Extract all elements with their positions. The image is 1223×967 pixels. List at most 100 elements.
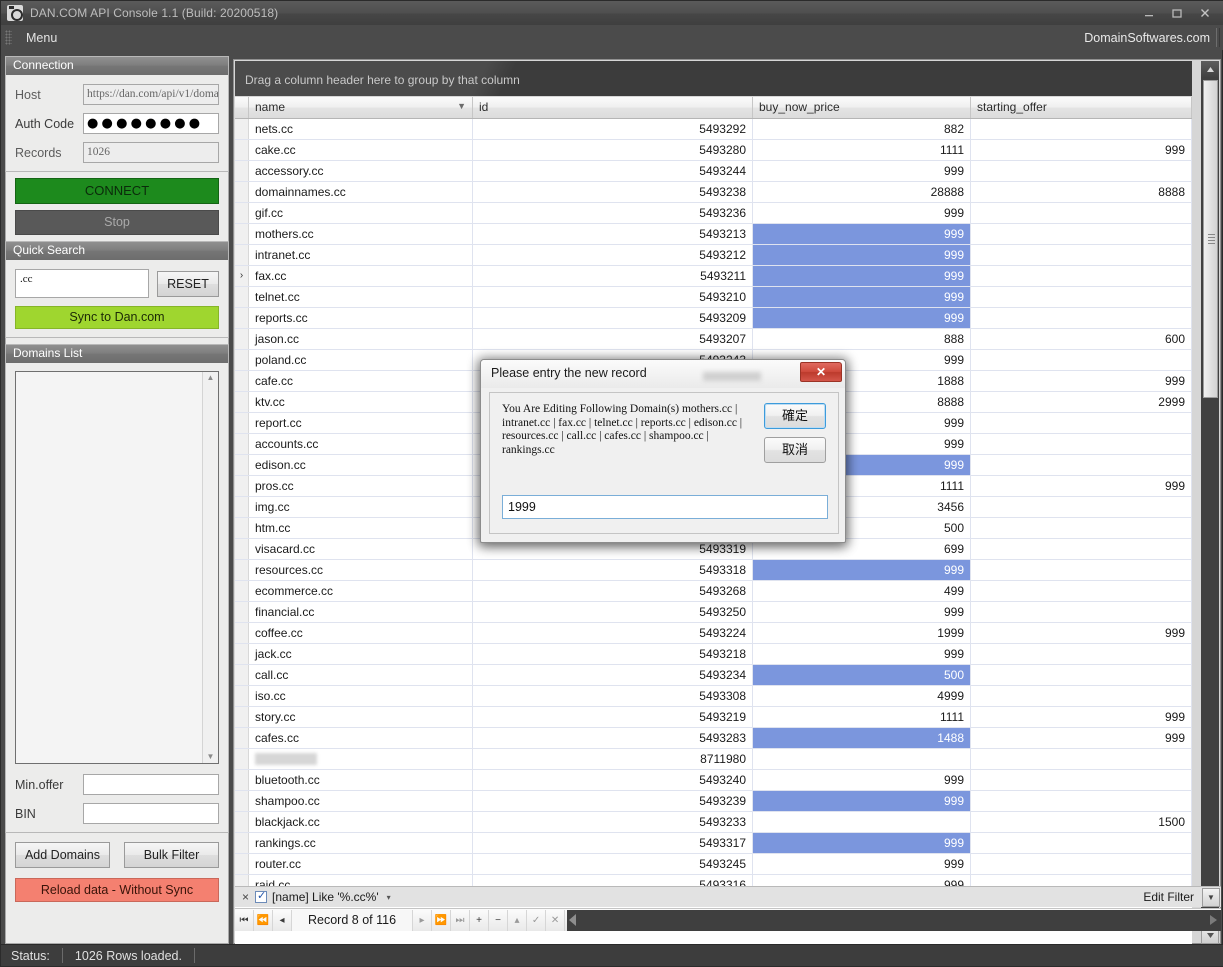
cell-name[interactable]: domainnames.cc <box>249 182 473 202</box>
cell-id[interactable]: 5493245 <box>473 854 753 874</box>
filter-dropdown-icon[interactable]: ▼ <box>1202 887 1220 907</box>
cell-buy-now-price[interactable]: 1111 <box>753 707 971 727</box>
cell-buy-now-price[interactable]: 4999 <box>753 686 971 706</box>
cell-name[interactable]: cafes.cc <box>249 728 473 748</box>
cell-id[interactable]: 5493209 <box>473 308 753 328</box>
cell-id[interactable]: 5493210 <box>473 287 753 307</box>
domains-listbox-scrollbar[interactable]: ▲ ▼ <box>202 372 218 763</box>
cell-starting-offer[interactable] <box>971 770 1192 790</box>
cell-name[interactable]: ecommerce.cc <box>249 581 473 601</box>
cell-name[interactable]: htm.cc <box>249 518 473 538</box>
cell-buy-now-price[interactable]: 999 <box>753 308 971 328</box>
cell-buy-now-price[interactable]: 28888 <box>753 182 971 202</box>
table-row[interactable]: iso.cc 5493308 4999 <box>235 686 1192 707</box>
cell-id[interactable]: 5493207 <box>473 329 753 349</box>
cell-id[interactable]: 8711980 <box>473 749 753 769</box>
cell-id[interactable]: 5493250 <box>473 602 753 622</box>
cell-id[interactable]: 5493233 <box>473 812 753 832</box>
table-row[interactable]: call.cc 5493234 500 <box>235 665 1192 686</box>
cell-name[interactable]: iso.cc <box>249 686 473 706</box>
nav-prior-page-button[interactable]: ⏪ <box>254 909 273 931</box>
cell-starting-offer[interactable] <box>971 455 1192 475</box>
cell-name[interactable]: fax.cc <box>249 266 473 286</box>
cell-name[interactable]: resources.cc <box>249 560 473 580</box>
cell-id[interactable]: 5493234 <box>473 665 753 685</box>
scroll-down-icon[interactable]: ▼ <box>207 753 215 761</box>
cell-name[interactable]: blackjack.cc <box>249 812 473 832</box>
cell-starting-offer[interactable]: 999 <box>971 728 1192 748</box>
reset-button[interactable]: RESET <box>157 270 219 297</box>
cell-starting-offer[interactable] <box>971 833 1192 853</box>
filter-enabled-checkbox[interactable] <box>255 889 268 903</box>
bulk-filter-button[interactable]: Bulk Filter <box>124 842 219 868</box>
cell-starting-offer[interactable] <box>971 602 1192 622</box>
cell-id[interactable]: 5493211 <box>473 266 753 286</box>
table-row[interactable]: mothers.cc 5493213 999 <box>235 224 1192 245</box>
cell-name[interactable]: nets.cc <box>249 119 473 139</box>
cell-starting-offer[interactable]: 999 <box>971 623 1192 643</box>
scroll-up-icon[interactable]: ▲ <box>207 374 215 382</box>
cell-name[interactable]: jason.cc <box>249 329 473 349</box>
cell-starting-offer[interactable] <box>971 287 1192 307</box>
cell-buy-now-price[interactable]: 499 <box>753 581 971 601</box>
grid-horizontal-scrollbar[interactable] <box>567 909 1221 931</box>
table-row[interactable]: cafes.cc 5493283 1488 999 <box>235 728 1192 749</box>
minimize-icon[interactable] <box>1136 4 1162 22</box>
cell-id[interactable]: 5493236 <box>473 203 753 223</box>
auth-code-input[interactable]: ●●●●●●●● <box>83 113 219 134</box>
table-row[interactable]: coffee.cc 5493224 1999 999 <box>235 623 1192 644</box>
filter-close-icon[interactable]: × <box>235 890 255 904</box>
table-row[interactable]: ecommerce.cc 5493268 499 <box>235 581 1192 602</box>
table-row[interactable]: telnet.cc 5493210 999 <box>235 287 1192 308</box>
grid-vertical-scrollbar[interactable] <box>1201 61 1219 944</box>
cell-buy-now-price[interactable]: 999 <box>753 287 971 307</box>
cell-buy-now-price[interactable]: 999 <box>753 770 971 790</box>
host-input[interactable]: https://dan.com/api/v1/domai <box>83 84 219 105</box>
nav-last-button[interactable]: ⏭ <box>451 909 471 931</box>
table-row[interactable]: intranet.cc 5493212 999 <box>235 245 1192 266</box>
cell-name[interactable]: reports.cc <box>249 308 473 328</box>
scroll-up-icon[interactable] <box>1201 61 1219 78</box>
cell-buy-now-price[interactable]: 999 <box>753 245 971 265</box>
nav-insert-button[interactable]: + <box>470 909 490 931</box>
cell-id[interactable]: 5493212 <box>473 245 753 265</box>
table-row[interactable]: jack.cc 5493218 999 <box>235 644 1192 665</box>
cell-starting-offer[interactable]: 999 <box>971 371 1192 391</box>
grid-scrollbar-thumb[interactable] <box>1203 80 1218 398</box>
cell-name[interactable]: visacard.cc <box>249 539 473 559</box>
cell-id[interactable]: 5493283 <box>473 728 753 748</box>
cell-starting-offer[interactable] <box>971 644 1192 664</box>
cell-id[interactable]: 5493218 <box>473 644 753 664</box>
nav-cancel-button[interactable]: ✕ <box>546 909 566 931</box>
cell-name[interactable] <box>249 749 473 769</box>
cell-starting-offer[interactable] <box>971 350 1192 370</box>
cell-starting-offer[interactable]: 1500 <box>971 812 1192 832</box>
table-row[interactable]: resources.cc 5493318 999 <box>235 560 1192 581</box>
cell-starting-offer[interactable] <box>971 308 1192 328</box>
cell-name[interactable]: router.cc <box>249 854 473 874</box>
cell-buy-now-price[interactable]: 999 <box>753 833 971 853</box>
cell-buy-now-price[interactable]: 500 <box>753 665 971 685</box>
cell-name[interactable]: jack.cc <box>249 644 473 664</box>
dialog-cancel-button[interactable]: 取消 <box>764 437 826 463</box>
menu-grip-handle[interactable] <box>5 30 12 45</box>
cell-starting-offer[interactable] <box>971 539 1192 559</box>
reload-data-button[interactable]: Reload data - Without Sync <box>15 878 219 902</box>
cell-id[interactable]: 5493268 <box>473 581 753 601</box>
nav-next-page-button[interactable]: ⏩ <box>432 909 452 931</box>
cell-id[interactable]: 5493238 <box>473 182 753 202</box>
cell-starting-offer[interactable] <box>971 224 1192 244</box>
cell-name[interactable]: cake.cc <box>249 140 473 160</box>
cell-name[interactable]: mothers.cc <box>249 224 473 244</box>
connect-button[interactable]: CONNECT <box>15 178 219 204</box>
cell-buy-now-price[interactable]: 999 <box>753 266 971 286</box>
table-row[interactable]: jason.cc 5493207 888 600 <box>235 329 1192 350</box>
column-header-buy-now-price[interactable]: buy_now_price <box>753 97 971 118</box>
cell-starting-offer[interactable]: 2999 <box>971 392 1192 412</box>
table-row[interactable]: nets.cc 5493292 882 <box>235 119 1192 140</box>
cell-starting-offer[interactable] <box>971 245 1192 265</box>
cell-starting-offer[interactable]: 999 <box>971 476 1192 496</box>
cell-starting-offer[interactable] <box>971 560 1192 580</box>
cell-name[interactable]: telnet.cc <box>249 287 473 307</box>
cell-starting-offer[interactable] <box>971 203 1192 223</box>
